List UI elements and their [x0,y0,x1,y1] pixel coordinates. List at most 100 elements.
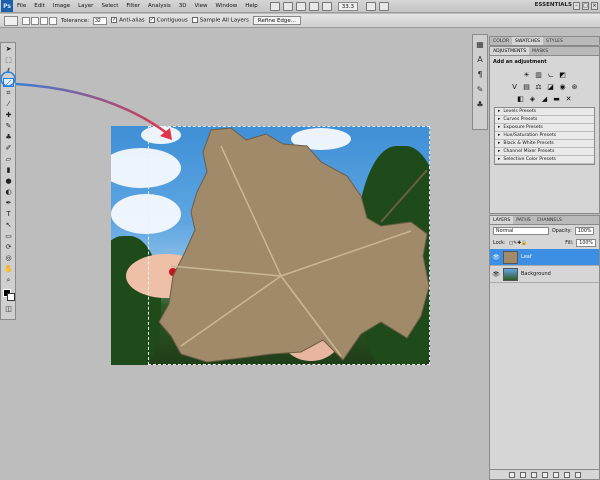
brushes-panel-icon[interactable]: ✎ [475,85,485,95]
preset-item[interactable]: ▸ Black & White Presets [495,140,594,148]
clone-stamp-icon[interactable]: ♣ [3,133,14,142]
checkbox-icon[interactable]: ✓ [111,17,118,24]
layer-row-background[interactable]: 👁 Background [490,266,599,283]
menu-window[interactable]: Window [212,3,242,9]
black-white-icon[interactable]: ◪ [546,83,555,92]
tolerance-input[interactable] [93,16,108,25]
vibrance-icon[interactable]: V [510,83,519,92]
zoom-level[interactable]: 33.3 [337,1,358,11]
close-icon[interactable]: × [591,2,598,10]
path-selection-icon[interactable]: ↖ [3,221,14,230]
intersect-selection-icon[interactable] [49,16,57,25]
move-tool-icon[interactable]: ➤ [3,45,14,54]
background-color[interactable] [7,293,15,301]
add-selection-icon[interactable] [31,16,39,25]
new-group-icon[interactable] [552,471,559,478]
brush-tool-icon[interactable]: ✎ [3,122,14,131]
refine-edge-button[interactable]: Refine Edge... [252,16,302,25]
crop-tool-icon[interactable]: ⌗ [3,89,14,98]
contiguous-option[interactable]: ✓ Contiguous [148,17,188,24]
brightness-icon[interactable]: ☀ [522,71,531,80]
bridge-icon[interactable] [269,1,280,11]
menu-help[interactable]: Help [241,3,262,9]
magic-wand-tool-icon[interactable]: ⟋ [3,78,14,87]
checkbox-icon[interactable]: ✓ [148,17,155,24]
preset-item[interactable]: ▸ Selective Color Presets [495,156,594,164]
subtract-selection-icon[interactable] [40,16,48,25]
invert-icon[interactable]: ◧ [516,95,525,104]
zoom-tool-icon[interactable]: ⌕ [3,276,14,285]
menu-filter[interactable]: Filter [122,3,144,9]
3d-orbit-icon[interactable]: ◎ [3,254,14,263]
marquee-tool-icon[interactable]: ⬚ [3,56,14,65]
posterize-icon[interactable]: ◈ [528,95,537,104]
checkbox-icon[interactable] [191,17,198,24]
hand-icon[interactable] [295,1,306,11]
history-panel-icon[interactable]: ▦ [475,40,485,50]
antialias-option[interactable]: ✓ Anti-alias [111,17,145,24]
character-panel-icon[interactable]: A [475,55,485,65]
add-mask-icon[interactable] [530,471,537,478]
opacity-input[interactable]: 100% [574,227,595,235]
eye-icon[interactable]: 👁 [492,271,500,278]
tab-paths[interactable]: PATHS [513,216,533,224]
clone-source-panel-icon[interactable]: ♣ [475,100,485,110]
menu-view[interactable]: View [190,3,211,9]
maximize-icon[interactable]: □ [582,2,589,10]
preset-item[interactable]: ▸ Exposure Presets [495,124,594,132]
adjustment-layer-icon[interactable] [541,471,548,478]
type-tool-icon[interactable]: T [3,210,14,219]
tab-layers[interactable]: LAYERS [490,216,514,224]
preset-item[interactable]: ▸ Hue/Saturation Presets [495,132,594,140]
fill-input[interactable]: 100% [576,239,596,247]
history-brush-icon[interactable]: ✐ [3,144,14,153]
photo-filter-icon[interactable]: ◉ [558,83,567,92]
hue-saturation-icon[interactable]: ▤ [522,83,531,92]
lock-icons[interactable]: ▢✎✚🔒 [509,241,528,246]
tab-channels[interactable]: CHANNELS [534,216,565,224]
gradient-tool-icon[interactable]: ▮ [3,166,14,175]
gradient-map-icon[interactable]: ▬ [552,95,561,104]
menu-image[interactable]: Image [49,3,74,9]
hand-tool-icon[interactable]: ✋ [3,265,14,274]
link-layers-icon[interactable] [508,471,515,478]
selective-color-icon[interactable]: ✕ [564,95,573,104]
eye-icon[interactable]: 👁 [492,254,500,261]
tab-color[interactable]: COLOR [490,37,512,45]
preset-item[interactable]: ▸ Curves Presets [495,116,594,124]
threshold-icon[interactable]: ◢ [540,95,549,104]
sample-all-layers-option[interactable]: Sample All Layers [191,17,249,24]
preset-item[interactable]: ▸ Levels Presets [495,108,594,116]
rotate-icon[interactable] [321,1,332,11]
layer-row-leaf[interactable]: 👁 Leaf [490,249,599,266]
mini-bridge-icon[interactable] [282,1,293,11]
new-layer-icon[interactable] [563,471,570,478]
menu-edit[interactable]: Edit [30,3,49,9]
new-selection-icon[interactable] [22,16,30,25]
layer-style-icon[interactable] [519,471,526,478]
paragraph-panel-icon[interactable]: ¶ [475,70,485,80]
exposure-icon[interactable]: ◩ [558,71,567,80]
menu-layer[interactable]: Layer [74,3,97,9]
curves-icon[interactable]: ⦦ [546,71,555,80]
quick-mask-icon[interactable]: ◫ [3,305,14,314]
tab-styles[interactable]: STYLES [543,37,566,45]
channel-mixer-icon[interactable]: ⊛ [570,83,579,92]
preset-item[interactable]: ▸ Channel Mixer Presets [495,148,594,156]
3d-rotate-icon[interactable]: ⟳ [3,243,14,252]
pen-tool-icon[interactable]: ✒ [3,199,14,208]
document-canvas[interactable] [111,126,430,365]
levels-icon[interactable]: ▥ [534,71,543,80]
shape-tool-icon[interactable]: ▭ [3,232,14,241]
arrange-documents-icon[interactable] [366,1,376,11]
healing-brush-icon[interactable]: ✚ [3,111,14,120]
color-balance-icon[interactable]: ⚖ [534,83,543,92]
delete-layer-icon[interactable] [574,471,581,478]
tab-adjustments[interactable]: ADJUSTMENTS [490,47,530,55]
workspace-switcher[interactable]: ESSENTIALS [535,2,572,8]
screen-mode-icon[interactable] [379,1,389,11]
minimize-icon[interactable]: – [573,2,580,10]
blend-mode-select[interactable]: Normal [493,227,549,235]
eyedropper-tool-icon[interactable]: ⁄ [3,100,14,109]
menu-3d[interactable]: 3D [175,3,191,9]
